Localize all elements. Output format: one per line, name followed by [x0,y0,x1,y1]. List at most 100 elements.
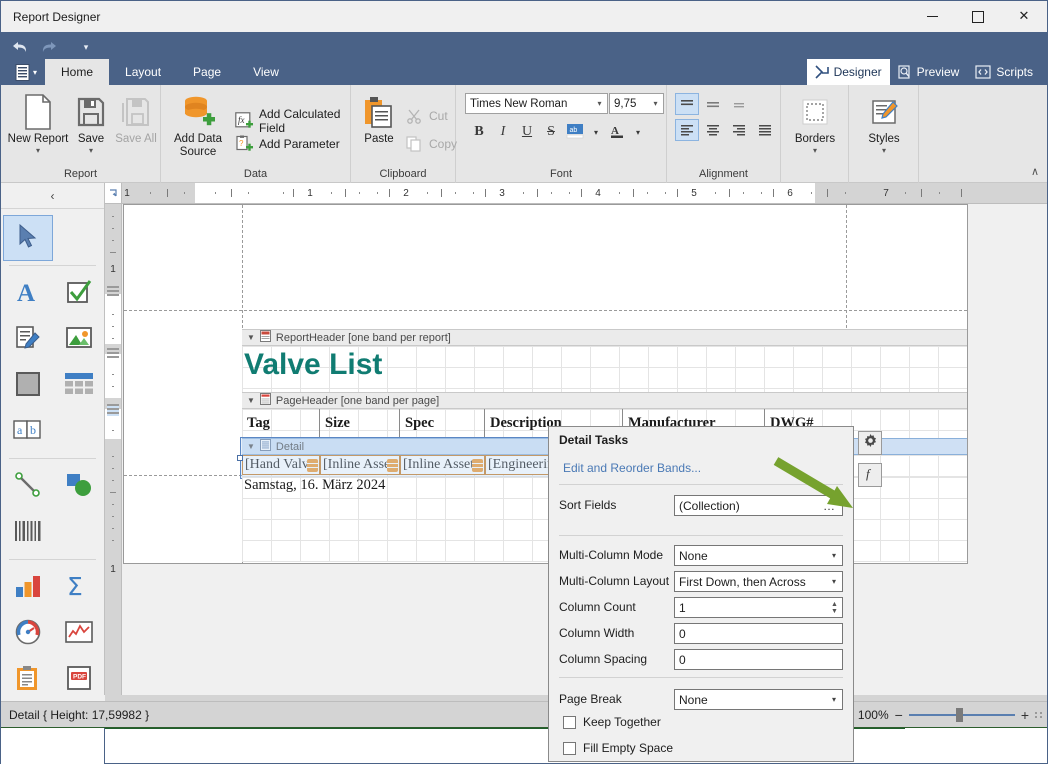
chevron-down-icon[interactable]: ▾ [592,99,607,108]
spinner-arrows-icon[interactable]: ▲ ▼ [827,598,842,617]
chevron-down-icon[interactable]: ▾ [826,551,842,560]
align-bottom-button[interactable] [727,93,751,115]
toolbox-item-label[interactable]: A [3,270,53,316]
vband-marker-page-header[interactable] [107,348,119,360]
toolbox-item-gauge[interactable] [3,610,53,656]
highlight-color-button[interactable]: ab [564,121,586,143]
chevron-down-icon[interactable]: ▾ [648,99,663,108]
tab-home[interactable]: Home [45,59,110,85]
column-header-tag[interactable]: Tag [242,409,320,437]
align-right-button[interactable] [727,119,751,141]
zoom-slider-thumb[interactable] [955,708,963,722]
toolbox-item-chart[interactable] [3,564,53,610]
font-color-button[interactable]: A [606,121,628,143]
zoom-slider[interactable] [908,708,1015,722]
fill-empty-space-checkbox-row[interactable]: Fill Empty Space [563,741,673,755]
chevron-down-icon[interactable]: ▼ [247,396,255,405]
add-parameter-button[interactable]: ? Add Parameter [235,135,340,153]
toolbox-item-picture-box[interactable] [55,316,105,362]
font-name-combo[interactable]: Times New Roman ▾ [465,93,608,114]
toolbox-item-sparkline[interactable] [55,610,105,656]
detail-tasks-panel[interactable]: Detail Tasks Edit and Reorder Bands... S… [548,426,854,762]
font-color-dropdown[interactable]: ▾ [627,121,649,143]
tab-view[interactable]: View [237,59,295,85]
chevron-down-icon[interactable]: ▾ [36,147,40,155]
new-report-button[interactable]: New Report ▾ [5,91,71,155]
undo-icon[interactable] [7,36,33,58]
view-mode-scripts[interactable]: Scripts [967,59,1041,85]
ruler-corner-button[interactable] [105,183,122,203]
zoom-out-button[interactable]: − [895,707,903,723]
toolbox-item-panel[interactable] [3,362,53,408]
multi-column-layout-dropdown[interactable]: First Down, then Across ▾ [674,571,843,592]
align-top-button[interactable] [675,93,699,115]
toolbox-collapse-button[interactable]: ‹ [1,183,104,209]
tab-layout[interactable]: Layout [109,59,177,85]
chevron-down-icon[interactable]: ▾ [73,36,99,58]
chevron-down-icon[interactable]: ▾ [826,577,842,586]
strikethrough-button[interactable]: S [540,121,562,143]
highlight-color-dropdown[interactable]: ▾ [585,121,607,143]
align-justify-button[interactable] [753,119,777,141]
keep-together-checkbox[interactable] [563,715,576,729]
font-size-combo[interactable]: 9,75 ▾ [609,93,664,114]
save-button[interactable]: Save ▾ [69,91,113,155]
toolbox-item-check-box[interactable] [55,270,105,316]
chevron-down-icon[interactable]: ▾ [826,695,842,704]
align-center-button[interactable] [701,119,725,141]
expression-editor-button[interactable]: f [858,463,882,487]
report-title-label[interactable]: Valve List [244,348,382,382]
add-calculated-field-button[interactable]: fx Add Calculated Field [235,107,350,135]
bold-button[interactable]: B [468,121,490,143]
tab-page[interactable]: Page [177,59,237,85]
add-data-source-button[interactable]: Add Data Source [165,91,231,159]
align-left-button[interactable] [675,119,699,141]
toolbox-item-barcode[interactable] [3,509,53,555]
sort-fields-ellipsis-button[interactable]: … [817,499,842,513]
toolbox-item-table[interactable] [55,362,105,408]
column-header-spec[interactable]: Spec [400,409,485,437]
toolbox-item-rich-text[interactable] [3,316,53,362]
column-header-size[interactable]: Size [320,409,400,437]
toolbox-item-line[interactable] [3,463,53,509]
column-count-spinner[interactable]: 1 ▲ ▼ [674,597,843,618]
paste-button[interactable]: Paste [354,91,404,146]
chevron-down-icon[interactable]: ▾ [882,147,886,155]
vband-marker-detail[interactable] [107,404,119,416]
close-button[interactable]: ✕ [1001,1,1047,32]
resize-grip-icon[interactable] [1035,712,1043,718]
redo-icon[interactable] [35,36,61,58]
column-width-input[interactable]: 0 [674,623,843,644]
underline-button[interactable]: U [516,121,538,143]
zoom-in-button[interactable]: + [1021,707,1029,723]
borders-button[interactable]: Borders ▾ [782,91,848,155]
multi-column-mode-dropdown[interactable]: None ▾ [674,545,843,566]
smart-tag-button[interactable] [858,431,882,455]
vband-marker-report-header[interactable] [107,286,119,298]
styles-button[interactable]: Styles ▾ [851,91,917,155]
toolbox-item-pointer[interactable] [3,215,53,261]
minimize-button[interactable] [909,1,955,32]
align-middle-button[interactable] [701,93,725,115]
page-break-dropdown[interactable]: None ▾ [674,689,843,710]
edit-reorder-bands-link[interactable]: Edit and Reorder Bands... [563,461,701,475]
sort-fields-input[interactable]: (Collection) … [674,495,843,516]
toolbox-item-shape[interactable] [55,463,105,509]
chevron-down-icon[interactable]: ▾ [89,147,93,155]
italic-button[interactable]: I [492,121,514,143]
view-mode-preview[interactable]: Preview [890,59,968,85]
application-menu-button[interactable]: ▾ [7,59,45,85]
maximize-button[interactable] [955,1,1001,32]
resize-handle-left[interactable] [237,455,243,461]
footer-date-label[interactable]: Samstag, 16. März 2024 [244,477,385,494]
view-mode-designer[interactable]: Designer [806,59,890,85]
keep-together-checkbox-row[interactable]: Keep Together [563,715,661,729]
toolbox-item-character-comb[interactable]: ab [3,408,53,454]
chevron-down-icon[interactable]: ▾ [813,147,817,155]
chevron-down-icon[interactable]: ▼ [247,333,255,342]
collapse-ribbon-button[interactable]: ∧ [1031,165,1039,178]
toolbox-item-pivot-grid[interactable]: Σ [55,564,105,610]
band-header-report-header[interactable]: ▼ ReportHeader [one band per report] [242,329,967,346]
fill-empty-space-checkbox[interactable] [563,741,576,755]
band-area-report-header[interactable]: Valve List [242,346,967,392]
